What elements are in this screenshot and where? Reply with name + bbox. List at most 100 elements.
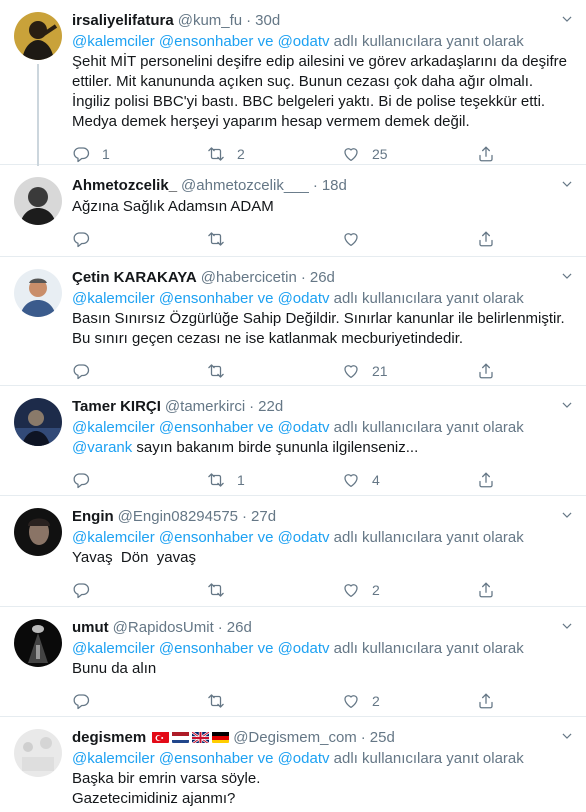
like-button[interactable]: 2 — [342, 581, 477, 599]
heart-icon — [342, 230, 360, 248]
author-handle[interactable]: @ahmetozcelik___ — [181, 177, 309, 194]
mention-link[interactable]: @ensonhaber — [159, 33, 253, 50]
author-handle[interactable]: @kum_fu — [178, 12, 242, 29]
chevron-down-icon[interactable] — [560, 269, 574, 283]
tweet[interactable]: degismem @Degismem_com · 25d @kalemciler… — [0, 717, 586, 812]
share-button[interactable] — [477, 145, 507, 163]
avatar[interactable] — [14, 177, 62, 225]
separator: · — [249, 397, 255, 415]
mention-link[interactable]: @varank — [72, 439, 132, 456]
avatar[interactable] — [14, 508, 62, 556]
reply-button[interactable] — [72, 230, 207, 248]
reply-button[interactable] — [72, 362, 207, 380]
timestamp[interactable]: 18d — [322, 177, 347, 194]
mention-link[interactable]: ve — [258, 290, 274, 307]
author-name[interactable]: Çetin KARAKAYA — [72, 269, 197, 286]
tweet[interactable]: Ahmetozcelik_ @ahmetozcelik___ · 18d Ağz… — [0, 165, 586, 257]
retweet-button[interactable] — [207, 230, 342, 248]
timestamp[interactable]: 26d — [310, 269, 335, 286]
author-handle[interactable]: @tamerkirci — [165, 398, 245, 415]
reply-button[interactable] — [72, 692, 207, 710]
avatar[interactable] — [14, 729, 62, 777]
mention-link[interactable]: @odatv — [278, 529, 330, 546]
tweet[interactable]: Engin @Engin08294575 · 27d @kalemciler @… — [0, 496, 586, 607]
mention-link[interactable]: ve — [258, 33, 274, 50]
mention-link[interactable]: ve — [258, 750, 274, 767]
mention-link[interactable]: @ensonhaber — [159, 529, 253, 546]
reply-button[interactable] — [72, 471, 207, 489]
retweet-button[interactable] — [207, 581, 342, 599]
avatar[interactable] — [14, 269, 62, 317]
uk-flag-icon — [192, 731, 210, 743]
mention-link[interactable]: @kalemciler — [72, 640, 155, 657]
tweet[interactable]: Çetin KARAKAYA @habercicetin · 26d @kale… — [0, 257, 586, 386]
share-button[interactable] — [477, 362, 507, 380]
separator: · — [217, 618, 223, 636]
mention-link[interactable]: @ensonhaber — [159, 419, 253, 436]
timestamp[interactable]: 27d — [251, 508, 276, 525]
chevron-down-icon[interactable] — [560, 177, 574, 191]
avatar[interactable] — [14, 619, 62, 667]
mention-link[interactable]: ve — [258, 529, 274, 546]
chevron-down-icon[interactable] — [560, 12, 574, 26]
retweet-button[interactable] — [207, 362, 342, 380]
retweet-button[interactable] — [207, 692, 342, 710]
mention-link[interactable]: @kalemciler — [72, 419, 155, 436]
mention-link[interactable]: @kalemciler — [72, 290, 155, 307]
tweet[interactable]: irsaliyelifatura @kum_fu · 30d @kalemcil… — [0, 0, 586, 166]
author-handle[interactable]: @RapidosUmit — [113, 619, 214, 636]
mention-link[interactable]: @odatv — [278, 640, 330, 657]
mention-link[interactable]: ve — [258, 640, 274, 657]
like-count: 21 — [372, 363, 388, 379]
mention-link[interactable]: @ensonhaber — [159, 750, 253, 767]
mention-link[interactable]: @odatv — [278, 750, 330, 767]
share-button[interactable] — [477, 581, 507, 599]
timestamp[interactable]: 25d — [370, 729, 395, 746]
reply-button[interactable]: 1 — [72, 145, 207, 163]
mention-link[interactable]: @odatv — [278, 290, 330, 307]
mention-link[interactable]: @ensonhaber — [159, 290, 253, 307]
author-name[interactable]: Tamer KIRÇI — [72, 398, 161, 415]
like-button[interactable]: 4 — [342, 471, 477, 489]
chevron-down-icon[interactable] — [560, 508, 574, 522]
tweet[interactable]: Tamer KIRÇI @tamerkirci · 22d @kalemcile… — [0, 386, 586, 496]
author-name[interactable]: irsaliyelifatura — [72, 12, 174, 29]
tweet[interactable]: umut @RapidosUmit · 26d @kalemciler @ens… — [0, 607, 586, 717]
timestamp[interactable]: 26d — [227, 619, 252, 636]
mention-link[interactable]: @odatv — [278, 419, 330, 436]
timestamp[interactable]: 30d — [255, 12, 280, 29]
chevron-down-icon[interactable] — [560, 619, 574, 633]
retweet-button[interactable]: 2 — [207, 145, 342, 163]
author-name[interactable]: degismem — [72, 729, 146, 746]
reply-icon — [72, 471, 90, 489]
like-button[interactable]: 25 — [342, 145, 477, 163]
author-handle[interactable]: @Degismem_com — [233, 729, 357, 746]
chevron-down-icon[interactable] — [560, 398, 574, 412]
chevron-down-icon[interactable] — [560, 729, 574, 743]
like-button[interactable]: 21 — [342, 362, 477, 380]
retweet-button[interactable]: 1 — [207, 471, 342, 489]
mention-link[interactable]: @ensonhaber — [159, 640, 253, 657]
avatar[interactable] — [14, 398, 62, 446]
like-button[interactable] — [342, 230, 477, 248]
author-handle[interactable]: @habercicetin — [201, 269, 297, 286]
avatar[interactable] — [14, 12, 62, 60]
heart-icon — [342, 362, 360, 380]
reply-icon — [72, 362, 90, 380]
author-name[interactable]: Ahmetozcelik_ — [72, 177, 177, 194]
timestamp[interactable]: 22d — [258, 398, 283, 415]
share-button[interactable] — [477, 471, 507, 489]
mention-link[interactable]: @odatv — [278, 33, 330, 50]
author-name[interactable]: umut — [72, 619, 109, 636]
author-handle[interactable]: @Engin08294575 — [118, 508, 238, 525]
share-button[interactable] — [477, 692, 507, 710]
like-count: 2 — [372, 582, 380, 598]
mention-link[interactable]: @kalemciler — [72, 33, 155, 50]
share-button[interactable] — [477, 230, 507, 248]
mention-link[interactable]: @kalemciler — [72, 750, 155, 767]
reply-button[interactable] — [72, 581, 207, 599]
like-button[interactable]: 2 — [342, 692, 477, 710]
mention-link[interactable]: ve — [258, 419, 274, 436]
author-name[interactable]: Engin — [72, 508, 114, 525]
mention-link[interactable]: @kalemciler — [72, 529, 155, 546]
